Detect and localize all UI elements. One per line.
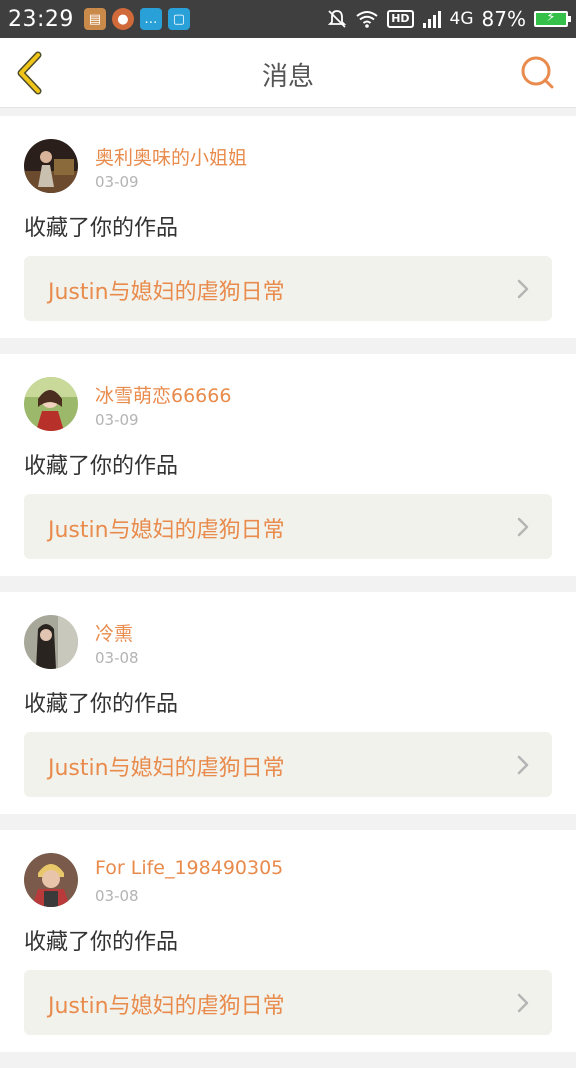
work-title: Justin与媳妇的虐狗日常 (48, 280, 285, 305)
work-title: Justin与媳妇的虐狗日常 (48, 994, 285, 1019)
mute-bell-icon (328, 10, 347, 28)
message-date: 03-09 (95, 173, 139, 191)
chevron-right-icon (517, 279, 529, 299)
search-button[interactable] (518, 53, 558, 93)
signal-icon (422, 11, 441, 28)
message-date: 03-08 (95, 649, 139, 667)
work-link[interactable]: Justin与媳妇的虐狗日常 (24, 256, 552, 321)
username[interactable]: 冰雪萌恋66666 (95, 381, 231, 408)
username[interactable]: 奥利奥味的小姐姐 (95, 143, 247, 170)
avatar[interactable] (24, 853, 78, 907)
work-title: Justin与媳妇的虐狗日常 (48, 518, 285, 543)
battery-percent: 87% (481, 7, 526, 31)
message-action: 收藏了你的作品 (24, 216, 179, 241)
message-list: 奥利奥味的小姐姐 03-09 收藏了你的作品 Justin与媳妇的虐狗日常 冰雪… (0, 116, 576, 1068)
status-indicators: HD 4G 87% ⚡ (327, 7, 571, 31)
top-nav-bar: 消息 (0, 38, 576, 108)
notification-icons: ▤ ● … ▢ (83, 8, 190, 30)
work-title: Justin与媳妇的虐狗日常 (48, 756, 285, 781)
message-card: 奥利奥味的小姐姐 03-09 收藏了你的作品 Justin与媳妇的虐狗日常 (0, 116, 576, 338)
message-date: 03-08 (95, 887, 139, 905)
work-link[interactable]: Justin与媳妇的虐狗日常 (24, 494, 552, 559)
message-card: 冷熏 03-08 收藏了你的作品 Justin与媳妇的虐狗日常 (0, 592, 576, 814)
work-link[interactable]: Justin与媳妇的虐狗日常 (24, 970, 552, 1035)
battery-icon: ⚡ (534, 10, 571, 27)
chat-notification-icon: … (139, 8, 162, 30)
status-time: 23:29 (8, 6, 74, 32)
message-card: For Life_198490305 03-08 收藏了你的作品 Justin与… (0, 830, 576, 1052)
avatar[interactable] (24, 615, 78, 669)
avatar[interactable] (24, 139, 78, 193)
message-date: 03-09 (95, 411, 139, 429)
search-icon (521, 56, 554, 89)
chevron-right-icon (517, 517, 529, 537)
message-action: 收藏了你的作品 (24, 930, 179, 955)
chevron-right-icon (517, 755, 529, 775)
message-action: 收藏了你的作品 (24, 692, 179, 717)
avatar[interactable] (24, 377, 78, 431)
username[interactable]: For Life_198490305 (95, 857, 283, 879)
work-link[interactable]: Justin与媳妇的虐狗日常 (24, 732, 552, 797)
message-card: 冰雪萌恋66666 03-09 收藏了你的作品 Justin与媳妇的虐狗日常 (0, 354, 576, 576)
hd-badge: HD (387, 10, 414, 28)
app-notification-icon: ▤ (83, 8, 106, 30)
message-action: 收藏了你的作品 (24, 454, 179, 479)
network-type: 4G (449, 9, 474, 29)
wifi-icon (356, 11, 378, 28)
username[interactable]: 冷熏 (95, 619, 133, 646)
screenshot-notification-icon: ▢ (167, 8, 190, 30)
page-title: 消息 (261, 62, 314, 92)
status-bar: 23:29 ▤ ● … ▢ HD 4G 87% ⚡ (0, 0, 576, 38)
app-notification-icon: ● (111, 8, 134, 30)
chevron-right-icon (517, 993, 529, 1013)
